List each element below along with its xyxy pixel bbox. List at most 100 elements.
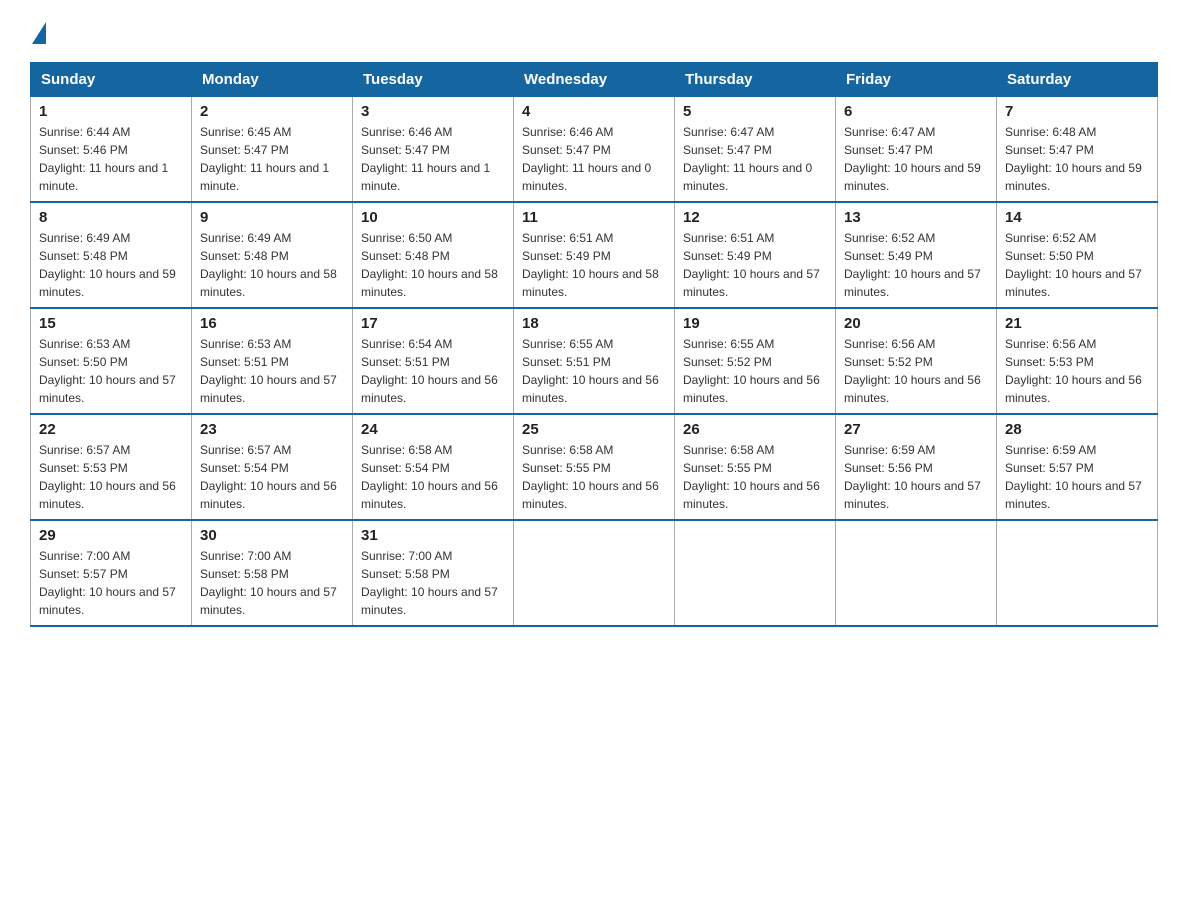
- day-cell: [997, 520, 1158, 626]
- day-info: Sunrise: 6:55 AMSunset: 5:51 PMDaylight:…: [522, 335, 666, 407]
- day-info: Sunrise: 6:57 AMSunset: 5:54 PMDaylight:…: [200, 441, 344, 513]
- logo-triangle-icon: [32, 22, 46, 44]
- day-info: Sunrise: 6:52 AMSunset: 5:50 PMDaylight:…: [1005, 229, 1149, 301]
- day-cell: 4 Sunrise: 6:46 AMSunset: 5:47 PMDayligh…: [514, 97, 675, 203]
- week-row-4: 22 Sunrise: 6:57 AMSunset: 5:53 PMDaylig…: [31, 414, 1158, 520]
- header-row: SundayMondayTuesdayWednesdayThursdayFrid…: [31, 63, 1158, 97]
- day-cell: 23 Sunrise: 6:57 AMSunset: 5:54 PMDaylig…: [192, 414, 353, 520]
- day-number: 17: [361, 315, 505, 332]
- day-cell: 29 Sunrise: 7:00 AMSunset: 5:57 PMDaylig…: [31, 520, 192, 626]
- day-number: 21: [1005, 315, 1149, 332]
- header-cell-friday: Friday: [836, 63, 997, 97]
- day-info: Sunrise: 6:51 AMSunset: 5:49 PMDaylight:…: [522, 229, 666, 301]
- day-cell: 3 Sunrise: 6:46 AMSunset: 5:47 PMDayligh…: [353, 97, 514, 203]
- day-info: Sunrise: 6:47 AMSunset: 5:47 PMDaylight:…: [683, 123, 827, 195]
- day-cell: [836, 520, 997, 626]
- day-cell: 9 Sunrise: 6:49 AMSunset: 5:48 PMDayligh…: [192, 202, 353, 308]
- day-info: Sunrise: 6:51 AMSunset: 5:49 PMDaylight:…: [683, 229, 827, 301]
- day-info: Sunrise: 6:53 AMSunset: 5:51 PMDaylight:…: [200, 335, 344, 407]
- day-cell: 19 Sunrise: 6:55 AMSunset: 5:52 PMDaylig…: [675, 308, 836, 414]
- day-number: 29: [39, 527, 183, 544]
- day-info: Sunrise: 6:50 AMSunset: 5:48 PMDaylight:…: [361, 229, 505, 301]
- day-info: Sunrise: 6:47 AMSunset: 5:47 PMDaylight:…: [844, 123, 988, 195]
- day-cell: 24 Sunrise: 6:58 AMSunset: 5:54 PMDaylig…: [353, 414, 514, 520]
- day-number: 2: [200, 103, 344, 120]
- day-number: 25: [522, 421, 666, 438]
- day-number: 30: [200, 527, 344, 544]
- day-info: Sunrise: 7:00 AMSunset: 5:57 PMDaylight:…: [39, 547, 183, 619]
- day-info: Sunrise: 6:48 AMSunset: 5:47 PMDaylight:…: [1005, 123, 1149, 195]
- day-number: 10: [361, 209, 505, 226]
- day-number: 26: [683, 421, 827, 438]
- day-cell: 15 Sunrise: 6:53 AMSunset: 5:50 PMDaylig…: [31, 308, 192, 414]
- day-info: Sunrise: 6:56 AMSunset: 5:52 PMDaylight:…: [844, 335, 988, 407]
- day-cell: [514, 520, 675, 626]
- day-cell: 12 Sunrise: 6:51 AMSunset: 5:49 PMDaylig…: [675, 202, 836, 308]
- week-row-2: 8 Sunrise: 6:49 AMSunset: 5:48 PMDayligh…: [31, 202, 1158, 308]
- calendar-header: SundayMondayTuesdayWednesdayThursdayFrid…: [31, 63, 1158, 97]
- header-cell-sunday: Sunday: [31, 63, 192, 97]
- day-number: 3: [361, 103, 505, 120]
- day-info: Sunrise: 6:44 AMSunset: 5:46 PMDaylight:…: [39, 123, 183, 195]
- day-info: Sunrise: 6:45 AMSunset: 5:47 PMDaylight:…: [200, 123, 344, 195]
- header-cell-thursday: Thursday: [675, 63, 836, 97]
- day-cell: [675, 520, 836, 626]
- day-cell: 17 Sunrise: 6:54 AMSunset: 5:51 PMDaylig…: [353, 308, 514, 414]
- day-info: Sunrise: 6:52 AMSunset: 5:49 PMDaylight:…: [844, 229, 988, 301]
- day-info: Sunrise: 6:59 AMSunset: 5:57 PMDaylight:…: [1005, 441, 1149, 513]
- day-number: 18: [522, 315, 666, 332]
- day-cell: 26 Sunrise: 6:58 AMSunset: 5:55 PMDaylig…: [675, 414, 836, 520]
- day-info: Sunrise: 6:54 AMSunset: 5:51 PMDaylight:…: [361, 335, 505, 407]
- day-number: 1: [39, 103, 183, 120]
- day-cell: 30 Sunrise: 7:00 AMSunset: 5:58 PMDaylig…: [192, 520, 353, 626]
- day-cell: 21 Sunrise: 6:56 AMSunset: 5:53 PMDaylig…: [997, 308, 1158, 414]
- day-info: Sunrise: 6:49 AMSunset: 5:48 PMDaylight:…: [200, 229, 344, 301]
- day-cell: 1 Sunrise: 6:44 AMSunset: 5:46 PMDayligh…: [31, 97, 192, 203]
- day-number: 11: [522, 209, 666, 226]
- day-number: 5: [683, 103, 827, 120]
- day-info: Sunrise: 6:58 AMSunset: 5:54 PMDaylight:…: [361, 441, 505, 513]
- day-number: 28: [1005, 421, 1149, 438]
- day-number: 7: [1005, 103, 1149, 120]
- day-cell: 8 Sunrise: 6:49 AMSunset: 5:48 PMDayligh…: [31, 202, 192, 308]
- day-number: 27: [844, 421, 988, 438]
- day-info: Sunrise: 6:57 AMSunset: 5:53 PMDaylight:…: [39, 441, 183, 513]
- day-info: Sunrise: 6:49 AMSunset: 5:48 PMDaylight:…: [39, 229, 183, 301]
- day-cell: 27 Sunrise: 6:59 AMSunset: 5:56 PMDaylig…: [836, 414, 997, 520]
- day-number: 4: [522, 103, 666, 120]
- day-number: 16: [200, 315, 344, 332]
- day-cell: 7 Sunrise: 6:48 AMSunset: 5:47 PMDayligh…: [997, 97, 1158, 203]
- day-number: 24: [361, 421, 505, 438]
- calendar-table: SundayMondayTuesdayWednesdayThursdayFrid…: [30, 62, 1158, 627]
- day-cell: 2 Sunrise: 6:45 AMSunset: 5:47 PMDayligh…: [192, 97, 353, 203]
- day-info: Sunrise: 6:58 AMSunset: 5:55 PMDaylight:…: [683, 441, 827, 513]
- day-cell: 14 Sunrise: 6:52 AMSunset: 5:50 PMDaylig…: [997, 202, 1158, 308]
- day-info: Sunrise: 6:46 AMSunset: 5:47 PMDaylight:…: [522, 123, 666, 195]
- day-info: Sunrise: 6:59 AMSunset: 5:56 PMDaylight:…: [844, 441, 988, 513]
- logo: [30, 20, 46, 42]
- day-cell: 5 Sunrise: 6:47 AMSunset: 5:47 PMDayligh…: [675, 97, 836, 203]
- day-info: Sunrise: 7:00 AMSunset: 5:58 PMDaylight:…: [361, 547, 505, 619]
- header-cell-monday: Monday: [192, 63, 353, 97]
- day-number: 8: [39, 209, 183, 226]
- day-info: Sunrise: 6:56 AMSunset: 5:53 PMDaylight:…: [1005, 335, 1149, 407]
- day-cell: 16 Sunrise: 6:53 AMSunset: 5:51 PMDaylig…: [192, 308, 353, 414]
- day-number: 6: [844, 103, 988, 120]
- day-cell: 18 Sunrise: 6:55 AMSunset: 5:51 PMDaylig…: [514, 308, 675, 414]
- day-cell: 22 Sunrise: 6:57 AMSunset: 5:53 PMDaylig…: [31, 414, 192, 520]
- day-number: 22: [39, 421, 183, 438]
- day-cell: 11 Sunrise: 6:51 AMSunset: 5:49 PMDaylig…: [514, 202, 675, 308]
- day-cell: 6 Sunrise: 6:47 AMSunset: 5:47 PMDayligh…: [836, 97, 997, 203]
- week-row-1: 1 Sunrise: 6:44 AMSunset: 5:46 PMDayligh…: [31, 97, 1158, 203]
- day-cell: 10 Sunrise: 6:50 AMSunset: 5:48 PMDaylig…: [353, 202, 514, 308]
- day-info: Sunrise: 6:58 AMSunset: 5:55 PMDaylight:…: [522, 441, 666, 513]
- page-header: [30, 20, 1158, 42]
- day-number: 15: [39, 315, 183, 332]
- day-cell: 13 Sunrise: 6:52 AMSunset: 5:49 PMDaylig…: [836, 202, 997, 308]
- header-cell-wednesday: Wednesday: [514, 63, 675, 97]
- day-number: 20: [844, 315, 988, 332]
- calendar-body: 1 Sunrise: 6:44 AMSunset: 5:46 PMDayligh…: [31, 97, 1158, 627]
- day-info: Sunrise: 6:46 AMSunset: 5:47 PMDaylight:…: [361, 123, 505, 195]
- day-cell: 25 Sunrise: 6:58 AMSunset: 5:55 PMDaylig…: [514, 414, 675, 520]
- day-cell: 20 Sunrise: 6:56 AMSunset: 5:52 PMDaylig…: [836, 308, 997, 414]
